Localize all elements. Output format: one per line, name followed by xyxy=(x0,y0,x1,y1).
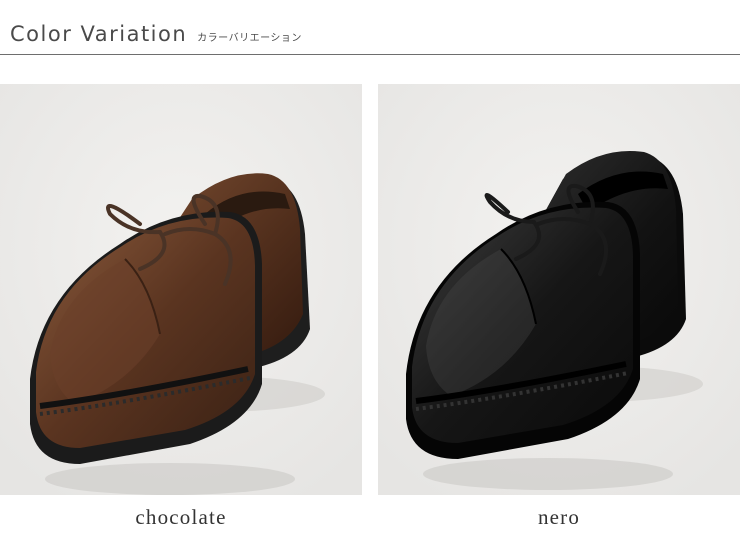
variant-label-chocolate: chocolate xyxy=(135,505,227,529)
shoe-pair-illustration xyxy=(0,84,362,495)
page-header: Color Variation カラーバリエーション xyxy=(10,22,302,46)
shoe-pair-illustration xyxy=(378,84,740,495)
page-subtitle: カラーバリエーション xyxy=(197,33,302,44)
header-divider xyxy=(0,54,740,55)
variant-image-nero[interactable] xyxy=(378,84,740,495)
variant-label-nero: nero xyxy=(537,505,581,529)
variant-image-chocolate[interactable] xyxy=(0,84,362,495)
page-title: Color Variation xyxy=(10,22,188,46)
